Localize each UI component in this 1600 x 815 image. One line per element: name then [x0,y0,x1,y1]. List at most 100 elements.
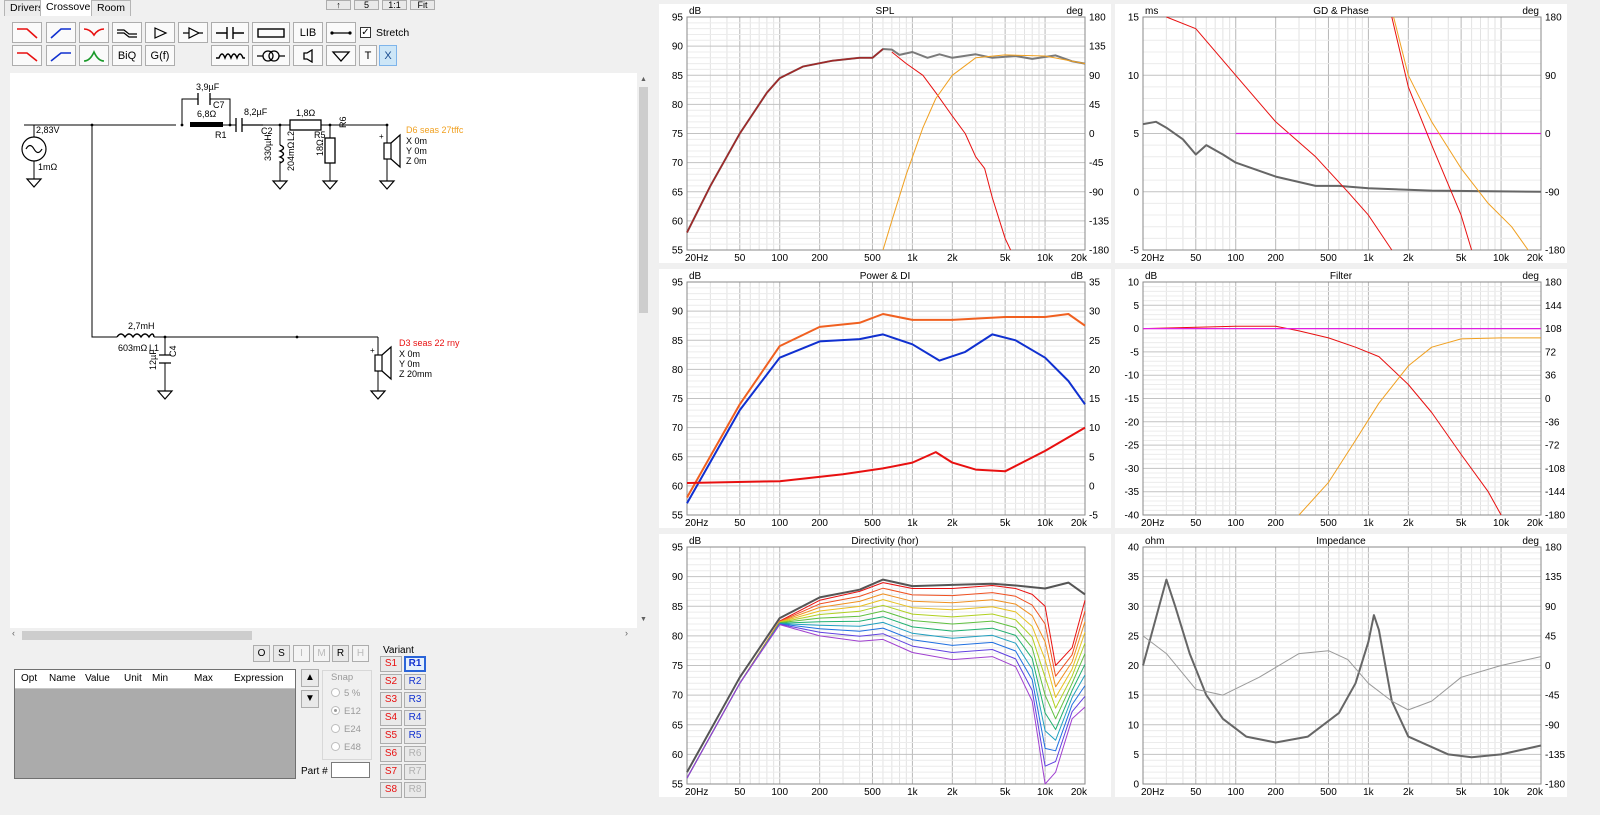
variant-s1-button[interactable]: S1 [380,656,402,672]
step-button[interactable]: 5 [354,0,379,10]
lowpass-2-button[interactable] [12,45,42,66]
y-tick-label: 5 [1133,129,1139,140]
schematic-canvas[interactable]: + + 2,83V 1mΩ 3,9µF C7 6,8Ω R1 8,2µF C2 … [10,73,637,628]
snap-option-5pct[interactable]: 5 % [331,688,360,699]
variant-s4-button[interactable]: S4 [380,710,402,726]
lowpass-filter-red-button[interactable] [12,22,42,43]
woofer-name[interactable]: D3 seas 22 rny [399,338,460,348]
schematic-horizontal-scrollbar[interactable]: ‹ › [10,628,637,642]
l2-ref: L2 [286,130,296,141]
move-down-button[interactable]: ▼ [301,690,319,708]
radio-icon [331,724,340,733]
variant-r6-button[interactable]: R6 [404,746,426,762]
move-up-button[interactable]: ▲ [301,669,319,687]
variant-s6-button[interactable]: S6 [380,746,402,762]
horizontal-scroll-thumb[interactable] [22,631,252,640]
scroll-right-icon[interactable]: › [625,628,628,638]
snap-option-label: E12 [344,706,361,717]
vertical-scroll-thumb[interactable] [639,87,648,313]
variant-r7-button[interactable]: R7 [404,764,426,780]
delete-tool-button[interactable]: X [379,45,397,66]
directivity-onaxis-series [686,578,1086,773]
snap-option-e12[interactable]: E12 [331,706,361,717]
optimizer-m-button[interactable]: M [313,645,330,662]
optimizer-h-button[interactable]: H [352,645,369,662]
highpass-filter-blue-button[interactable] [46,22,76,43]
optimizer-i-button[interactable]: I [293,645,310,662]
optimizer-s-button[interactable]: S [273,645,290,662]
scroll-up-icon[interactable]: ▲ [640,76,647,83]
stretch-checkbox[interactable]: ✓ [360,27,371,38]
variant-r1-button[interactable]: R1 [404,656,426,672]
wire-button[interactable] [326,22,356,43]
variant-r2-button[interactable]: R2 [404,674,426,690]
shelf-filter-button[interactable] [112,22,142,43]
zoom-one-button[interactable]: 1:1 [382,0,407,10]
optimize-button[interactable]: O [253,645,270,662]
x-tick-label: 500 [1320,518,1337,528]
y2-tick-label: 90 [1089,71,1101,82]
part-number-input[interactable] [331,762,370,778]
buffer-button[interactable] [178,22,208,43]
y-tick-label: 55 [672,511,684,522]
y2-unit-label: deg [1066,6,1083,17]
y-tick-label: 85 [672,602,684,613]
col-unit: Unit [124,673,142,684]
impedance-chart[interactable]: 40 35 30 25 20 15 10 5 0 180 135 90 45 0 -45 -90 -135 -18… [1115,534,1567,797]
optimizer-r-button[interactable]: R [332,645,349,662]
optimizer-table[interactable]: Opt Name Value Unit Min Max Expression [14,669,296,779]
y2-tick-label: 45 [1089,100,1101,111]
spl-chart[interactable]: 95 90 85 80 75 70 65 60 55 180 135 90 45 0 -45 -90 -135 -… [659,4,1111,263]
y-tick-label: 55 [672,246,684,257]
power-di-chart[interactable]: 95 90 85 80 75 70 65 60 55 35 30 25 20 15 10 5 0 -5 20Hz 50… [659,269,1111,528]
highpass-2-button[interactable] [46,45,76,66]
y2-tick-label: 180 [1089,13,1106,24]
scroll-down-icon[interactable]: ▼ [640,616,647,623]
chart-title: Filter [1330,271,1353,282]
driver-button[interactable] [293,45,323,66]
x-tick-label: 20Hz [685,787,708,797]
variant-r3-button[interactable]: R3 [404,692,426,708]
variant-s7-button[interactable]: S7 [380,764,402,780]
bandpass-button[interactable] [79,45,109,66]
x-tick-label: 1k [907,253,919,263]
variant-s8-button[interactable]: S8 [380,782,402,798]
x-tick-label: 20Hz [1141,253,1164,263]
tweeter-name[interactable]: D6 seas 27tffc [406,125,463,135]
snap-option-e48[interactable]: E48 [331,742,361,753]
amplifier-button[interactable] [145,22,175,43]
variant-r4-button[interactable]: R4 [404,710,426,726]
snap-option-e24[interactable]: E24 [331,724,361,735]
transfer-function-button[interactable]: G(f) [145,45,175,66]
schematic-vertical-scrollbar[interactable]: ▲ ▼ [637,73,650,628]
wire-icon [330,30,352,35]
y-unit-label: dB [1145,271,1158,282]
x-tick-label: 20k [1071,253,1088,263]
capacitor-button[interactable] [211,22,249,43]
library-button[interactable]: LIB [293,22,323,43]
inductor-button[interactable] [211,45,249,66]
fit-button[interactable]: Fit [410,0,435,10]
gd-phase-chart[interactable]: 15 10 5 0 -5 180 90 0 -90 -180 20Hz 50 100 200 500 1k 2k… [1115,4,1567,263]
y2-unit-label: dB [1071,271,1084,282]
bandstop-filter-button[interactable] [79,22,109,43]
transformer-button[interactable] [252,45,290,66]
scroll-left-icon[interactable]: ‹ [12,628,15,638]
variant-s2-button[interactable]: S2 [380,674,402,690]
x-tick-label: 50 [1190,787,1202,797]
biquad-button[interactable]: BiQ [112,45,142,66]
x-tick-label: 5k [1456,787,1468,797]
arrow-button[interactable]: ↑ [326,0,351,10]
ground-button[interactable] [326,45,356,66]
variant-s3-button[interactable]: S3 [380,692,402,708]
text-tool-button[interactable]: T [359,45,377,66]
variant-r5-button[interactable]: R5 [404,728,426,744]
y-tick-label: 90 [672,572,684,583]
directivity-series [686,604,1086,779]
tab-room[interactable]: Room [91,0,132,16]
directivity-chart[interactable]: 95 90 85 80 75 70 65 60 55 20Hz 50 100 200 500 1k 2k 5k 1… [659,534,1111,797]
filter-chart[interactable]: 10 5 0 -5 -10 -15 -20 -25 -30 -35 -40 180 144 108 72 36… [1115,269,1567,528]
variant-s5-button[interactable]: S5 [380,728,402,744]
resistor-button[interactable] [252,22,290,43]
variant-r8-button[interactable]: R8 [404,782,426,798]
